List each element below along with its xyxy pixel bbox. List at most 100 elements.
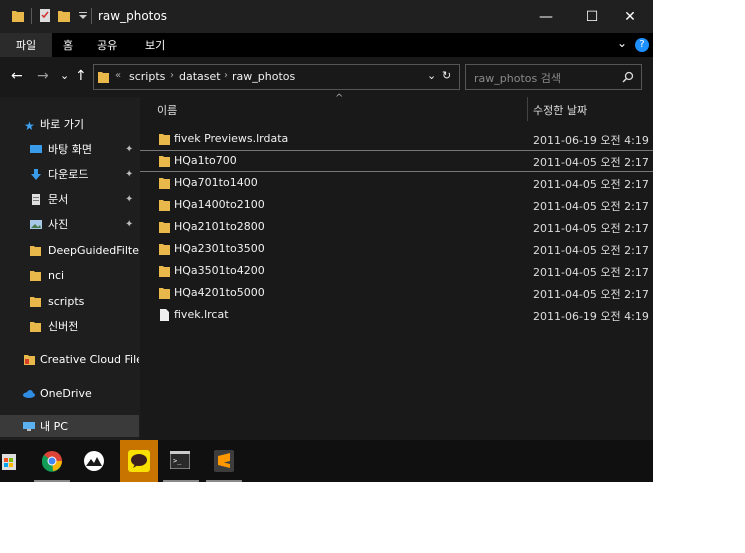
list-item[interactable]: HQa2101to2800 2011-04-05 오전 2:17 — [140, 216, 653, 238]
tab-view[interactable]: 보기 — [145, 37, 165, 53]
folder-icon — [159, 156, 170, 167]
divider — [31, 8, 32, 24]
sidebar-item-label: Creative Cloud Files — [40, 352, 139, 366]
sidebar-item-label: 바탕 화면 — [48, 143, 92, 156]
sidebar-item-label: DeepGuidedFilterin — [48, 243, 139, 257]
list-item[interactable]: HQa3501to4200 2011-04-05 오전 2:17 — [140, 260, 653, 282]
file-date: 2011-04-05 오전 2:17 — [533, 222, 649, 235]
terminal-icon[interactable]: >_ — [163, 440, 199, 482]
list-item[interactable]: fivek.lrcat 2011-06-19 오전 4:19 — [140, 304, 653, 326]
breadcrumb-dataset[interactable]: dataset — [179, 70, 221, 83]
search-box[interactable]: raw_photos 검색 — [465, 64, 642, 90]
file-date: 2011-04-05 오전 2:17 — [533, 288, 649, 301]
file-name: HQa1to700 — [174, 154, 237, 167]
properties-icon[interactable] — [39, 9, 51, 22]
breadcrumb-raw-photos[interactable]: raw_photos — [232, 70, 295, 83]
up-button[interactable]: ↑ — [75, 68, 87, 84]
sidebar-item-quick-access[interactable]: ★ 바로 가기 — [0, 113, 139, 135]
divider — [91, 8, 92, 24]
sidebar-item-label: 다운로드 — [48, 168, 89, 181]
breadcrumb-overflow[interactable]: « — [115, 70, 121, 81]
star-icon: ★ — [24, 118, 35, 133]
ribbon-tabs: 파일 홈 공유 보기 ⌄ ? — [0, 33, 653, 57]
minimize-button[interactable]: — — [523, 0, 569, 33]
app-mountain-icon[interactable] — [76, 440, 112, 482]
list-item[interactable]: HQa2301to3500 2011-04-05 오전 2:17 — [140, 238, 653, 260]
folder-icon — [30, 270, 41, 281]
ribbon-expand-icon[interactable]: ⌄ — [617, 36, 627, 50]
navigation-pane: ★ 바로 가기 바탕 화면 ✦ 다운로드 ✦ 문서 ✦ 사진 ✦ DeepGui… — [0, 97, 139, 440]
kakaotalk-icon[interactable] — [120, 440, 158, 482]
file-name: fivek.lrcat — [174, 308, 229, 321]
folder-icon — [159, 288, 170, 299]
sidebar-item-scripts[interactable]: scripts — [0, 290, 139, 312]
sidebar-item-new-version[interactable]: 신버전 — [0, 315, 139, 337]
folder-icon[interactable] — [12, 9, 24, 22]
address-dropdown-icon[interactable]: ⌄ — [427, 69, 436, 82]
computer-icon — [23, 421, 35, 431]
sidebar-item-label: 내 PC — [40, 420, 68, 433]
sidebar-item-label: OneDrive — [40, 386, 92, 400]
title-bar: raw_photos — ☐ ✕ — [0, 0, 653, 33]
file-date: 2011-04-05 오전 2:17 — [533, 266, 649, 279]
sidebar-item-onedrive[interactable]: OneDrive — [0, 382, 139, 404]
store-icon[interactable] — [0, 440, 32, 482]
chrome-icon[interactable] — [34, 440, 70, 482]
list-item[interactable]: HQa4201to5000 2011-04-05 오전 2:17 — [140, 282, 653, 304]
sidebar-item-pictures[interactable]: 사진 ✦ — [0, 213, 139, 235]
folder-icon — [159, 134, 170, 145]
close-button[interactable]: ✕ — [607, 0, 653, 33]
desktop-icon — [30, 144, 42, 153]
forward-button[interactable]: → — [37, 68, 49, 84]
pin-icon[interactable]: ✦ — [125, 194, 133, 205]
file-name: HQa2301to3500 — [174, 242, 265, 255]
sublime-text-icon[interactable] — [206, 440, 242, 482]
chevron-right-icon: › — [224, 70, 228, 81]
pin-icon[interactable]: ✦ — [125, 144, 133, 155]
folder-icon — [159, 178, 170, 189]
address-bar[interactable]: « scripts › dataset › raw_photos ⌄ ↻ — [93, 64, 460, 90]
new-folder-icon[interactable] — [58, 9, 70, 22]
cloud-icon — [23, 389, 35, 398]
refresh-icon[interactable]: ↻ — [442, 69, 451, 82]
sidebar-item-documents[interactable]: 문서 ✦ — [0, 188, 139, 210]
breadcrumb-scripts[interactable]: scripts — [129, 70, 165, 83]
folder-icon — [159, 200, 170, 211]
folder-icon — [30, 245, 41, 256]
recent-locations-button[interactable]: ⌄ — [60, 69, 69, 82]
help-icon[interactable]: ? — [635, 38, 649, 52]
file-name: HQa4201to5000 — [174, 286, 265, 299]
file-date: 2011-06-19 오전 4:19 — [533, 310, 649, 323]
list-item[interactable]: HQa701to1400 2011-04-05 오전 2:17 — [140, 172, 653, 194]
file-date: 2011-04-05 오전 2:17 — [533, 200, 649, 213]
sidebar-item-downloads[interactable]: 다운로드 ✦ — [0, 163, 139, 185]
tab-home[interactable]: 홈 — [63, 37, 73, 53]
sidebar-item-label: 바로 가기 — [40, 118, 84, 131]
list-item[interactable]: HQa1to700 2011-04-05 오전 2:17 — [140, 150, 653, 172]
file-name: HQa701to1400 — [174, 176, 258, 189]
back-button[interactable]: ← — [11, 68, 23, 84]
folder-icon — [98, 72, 109, 83]
sidebar-item-creative-cloud-files[interactable]: Creative Cloud Files — [0, 348, 139, 370]
file-name: fivek Previews.lrdata — [174, 132, 289, 145]
column-divider[interactable] — [527, 97, 528, 121]
customize-toolbar-icon[interactable] — [77, 9, 89, 22]
svg-text:>_: >_ — [173, 457, 182, 465]
file-date: 2011-06-19 오전 4:19 — [533, 134, 649, 147]
pin-icon[interactable]: ✦ — [125, 219, 133, 230]
tab-file[interactable]: 파일 — [0, 33, 52, 57]
sidebar-item-this-pc[interactable]: 내 PC — [0, 415, 139, 437]
tab-share[interactable]: 공유 — [97, 37, 117, 53]
search-icon[interactable] — [622, 71, 634, 83]
column-header-date-modified[interactable]: 수정한 날짜 — [533, 102, 587, 118]
window-title: raw_photos — [98, 9, 167, 23]
file-name: HQa2101to2800 — [174, 220, 265, 233]
sidebar-item-deepguidedfilter[interactable]: DeepGuidedFilterin — [0, 239, 139, 261]
pin-icon[interactable]: ✦ — [125, 169, 133, 180]
list-item[interactable]: HQa1400to2100 2011-04-05 오전 2:17 — [140, 194, 653, 216]
sidebar-item-nci[interactable]: nci — [0, 264, 139, 286]
file-explorer-window: raw_photos — ☐ ✕ 파일 홈 공유 보기 ⌄ ? ← → ⌄ ↑ … — [0, 0, 653, 440]
sidebar-item-desktop[interactable]: 바탕 화면 ✦ — [0, 138, 139, 160]
list-item[interactable]: fivek Previews.lrdata 2011-06-19 오전 4:19 — [140, 128, 653, 150]
column-header-name[interactable]: 이름 — [157, 102, 177, 118]
